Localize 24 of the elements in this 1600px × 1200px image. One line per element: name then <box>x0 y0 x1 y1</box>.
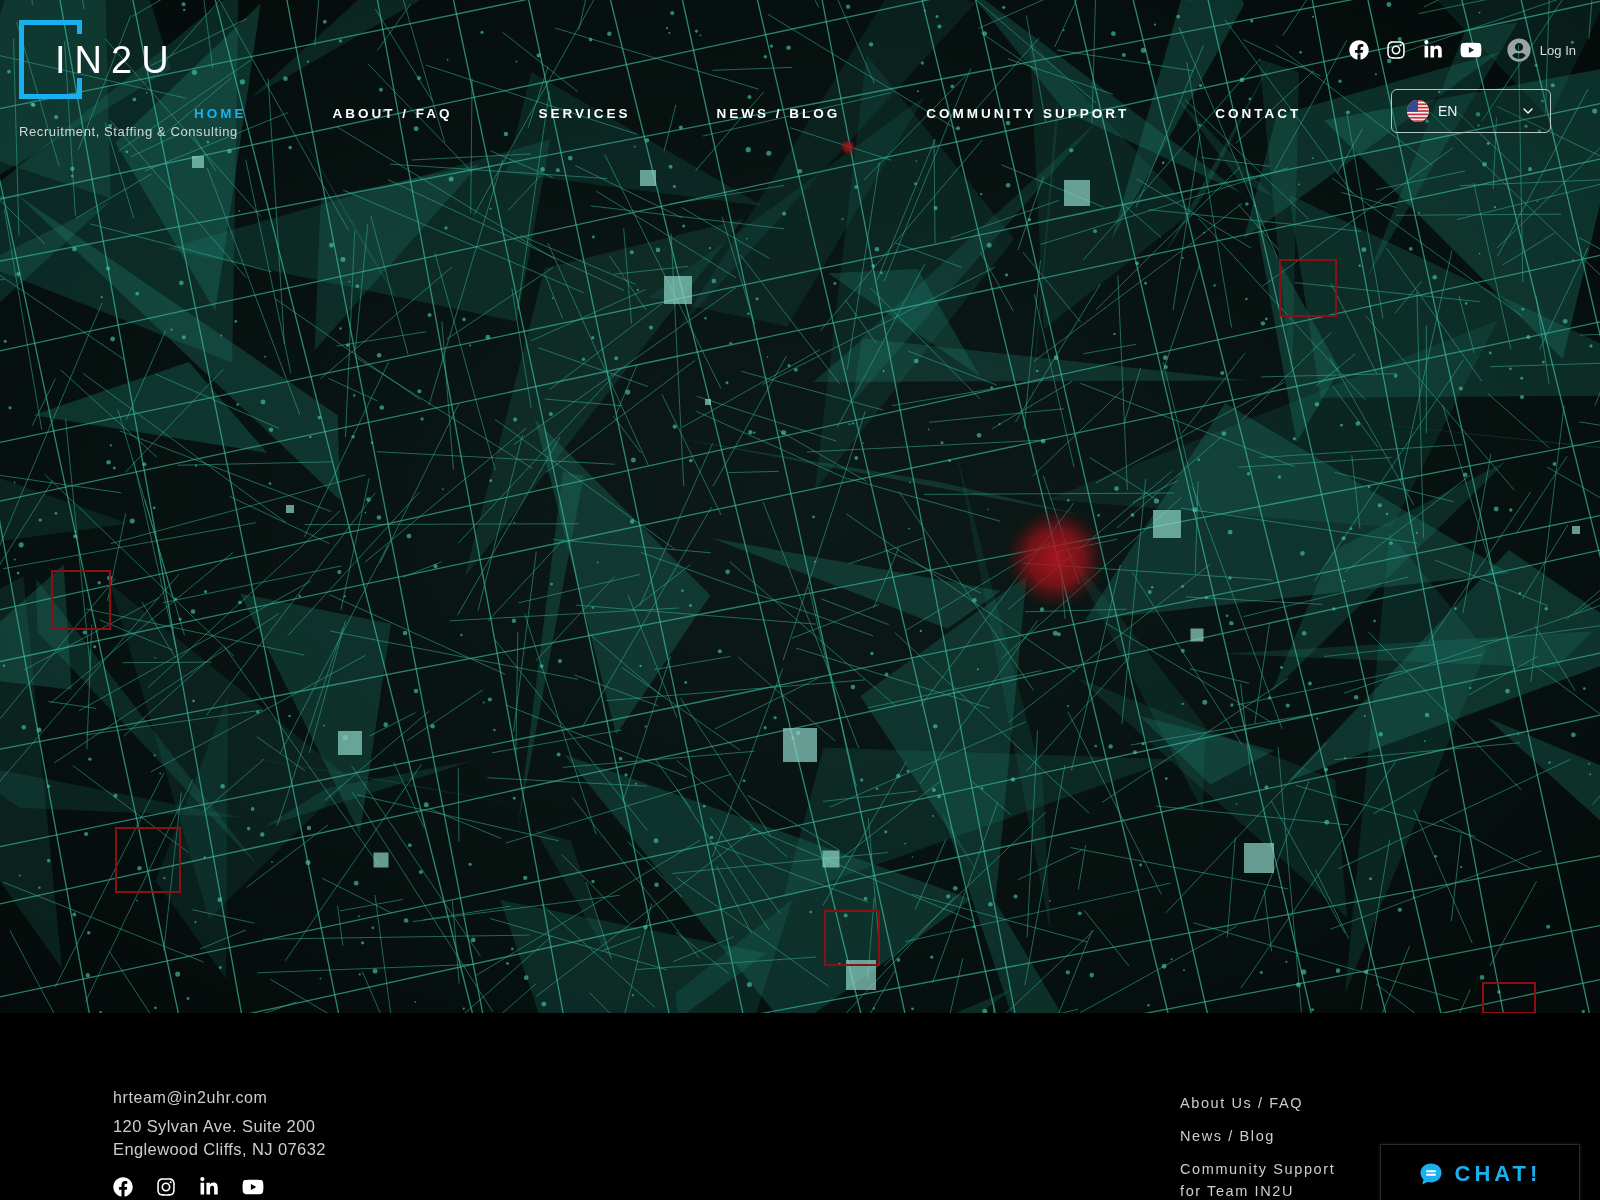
email-link[interactable]: hrteam@in2uhr.com <box>113 1088 268 1108</box>
language-select[interactable]: EN <box>1391 89 1551 133</box>
avatar-icon <box>1506 38 1531 62</box>
footer-link[interactable]: About Us / FAQ <box>1180 1092 1304 1114</box>
linkedin-icon[interactable] <box>199 1177 219 1197</box>
nav-link[interactable]: COMMUNITY SUPPORT <box>926 104 1130 124</box>
nav-link[interactable]: ABOUT / FAQ <box>332 104 453 124</box>
instagram-icon[interactable] <box>1385 40 1406 60</box>
instagram-icon[interactable] <box>156 1177 176 1197</box>
footer-link[interactable]: Community Support for Team IN2U <box>1180 1158 1355 1200</box>
nav-link[interactable]: SERVICES <box>538 104 631 124</box>
address-line: 120 Sylvan Ave. Suite 200 <box>113 1116 316 1137</box>
nav-link[interactable]: CONTACT <box>1215 104 1302 124</box>
facebook-icon[interactable] <box>1348 40 1369 60</box>
login-button[interactable]: Log In <box>1506 38 1576 62</box>
chat-bubble-icon <box>1418 1162 1443 1186</box>
logo-tagline: Recruitment, Staffing & Consulting <box>19 123 238 140</box>
address-line: Englewood Cliffs, NJ 07632 <box>113 1139 326 1160</box>
nav-link[interactable]: NEWS / BLOG <box>716 104 841 124</box>
facebook-icon[interactable] <box>113 1177 133 1197</box>
linkedin-icon[interactable] <box>1422 40 1443 60</box>
nav-link[interactable]: HOME <box>194 104 247 124</box>
footer-link[interactable]: News / Blog <box>1180 1125 1275 1147</box>
chat-button[interactable]: CHAT! <box>1380 1144 1580 1200</box>
